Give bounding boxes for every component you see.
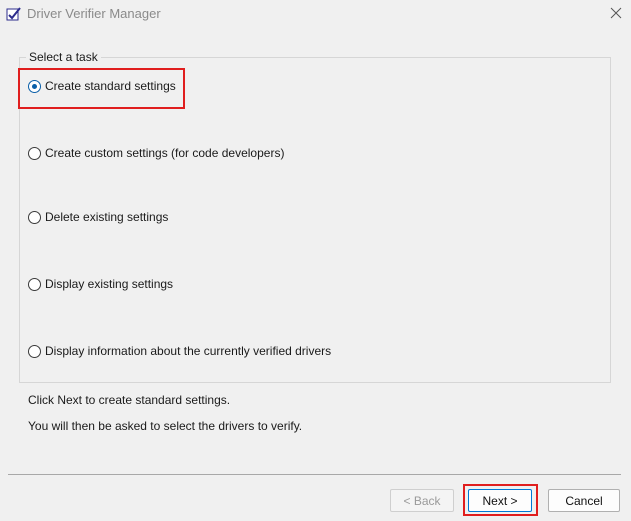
description-line-2: You will then be asked to select the dri… (28, 419, 303, 433)
highlight-box-option (18, 68, 185, 109)
description-line-1: Click Next to create standard settings. (28, 393, 231, 407)
driver-verifier-icon (6, 7, 21, 21)
close-button[interactable] (601, 0, 631, 26)
close-icon (610, 7, 622, 19)
radio-button[interactable] (28, 210, 41, 224)
footer-separator (8, 474, 621, 475)
option-label: Display existing settings (45, 277, 174, 291)
radio-button[interactable] (28, 277, 41, 291)
title-bar: Driver Verifier Manager (0, 0, 631, 28)
window-title: Driver Verifier Manager (27, 6, 161, 21)
option-label: Display information about the currently … (45, 344, 332, 358)
option-create-custom[interactable]: Create custom settings (for code develop… (28, 145, 284, 161)
back-button[interactable]: < Back (390, 489, 454, 512)
option-label: Delete existing settings (45, 210, 169, 224)
cancel-button[interactable]: Cancel (548, 489, 620, 512)
option-delete-existing[interactable]: Delete existing settings (28, 209, 168, 225)
option-label: Create custom settings (for code develop… (45, 146, 285, 160)
radio-button[interactable] (28, 146, 41, 160)
option-display-existing[interactable]: Display existing settings (28, 276, 173, 292)
option-display-verified-drivers[interactable]: Display information about the currently … (28, 343, 331, 359)
radio-button[interactable] (28, 344, 41, 358)
group-label: Select a task (26, 50, 101, 64)
highlight-box-next (463, 484, 538, 516)
